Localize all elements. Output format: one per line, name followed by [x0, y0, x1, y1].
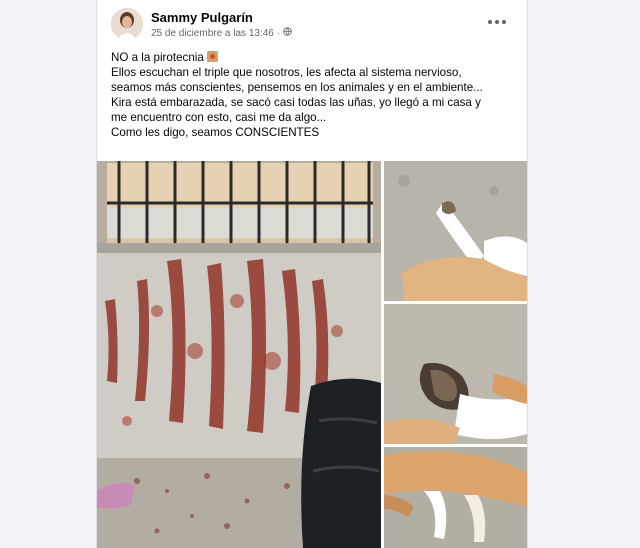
fireworks-emoji-icon: [206, 51, 218, 62]
globe-icon: [283, 27, 292, 39]
post-text: NO a la pirotecnia Ellos escuchan el tri…: [111, 50, 521, 140]
page-background-left: [0, 0, 96, 548]
post-line: Ellos escuchan el triple que nosotros, l…: [111, 66, 462, 79]
avatar[interactable]: [111, 8, 143, 40]
post-line: Como les digo, seamos CONSCIENTES: [111, 126, 320, 139]
post-card: Sammy Pulgarín 25 de diciembre a las 13:…: [96, 0, 528, 548]
meta-separator: ·: [276, 27, 281, 39]
photo-dog-legs[interactable]: [384, 161, 527, 301]
post-line: seamos más conscientes, pensemos en los …: [111, 81, 483, 94]
post-meta: 25 de diciembre a las 13:46 ·: [151, 27, 292, 39]
more-options-icon[interactable]: [482, 12, 512, 32]
photo-wall-blood[interactable]: [97, 161, 381, 548]
post-timestamp[interactable]: 25 de diciembre a las 13:46: [151, 28, 274, 39]
photo-dog-paw[interactable]: [384, 304, 527, 444]
post-line: NO a la pirotecnia: [111, 50, 521, 65]
photo-dog-body[interactable]: [384, 447, 527, 548]
author-name[interactable]: Sammy Pulgarín: [151, 10, 253, 25]
post-line: me encuentro con esto, casi me da algo..…: [111, 111, 327, 124]
photo-grid: [97, 161, 527, 548]
page-background-right: [526, 0, 640, 548]
post-line: Kira está embarazada, se sacó casi todas…: [111, 96, 481, 109]
